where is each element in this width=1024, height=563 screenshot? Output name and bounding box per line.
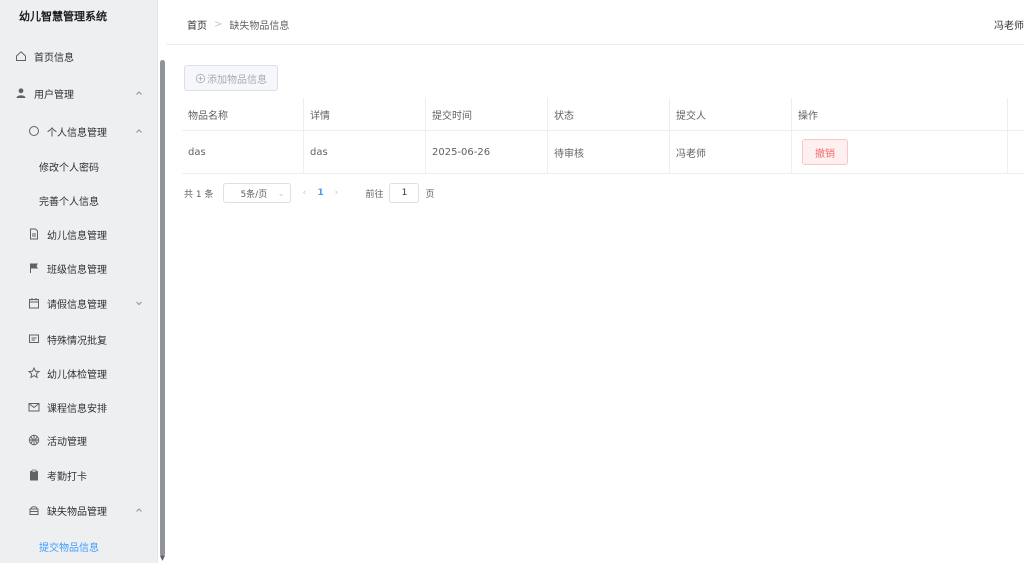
sidebar-scrollbar[interactable] bbox=[160, 60, 165, 556]
next-page-button[interactable]: › bbox=[323, 188, 349, 198]
sidebar-item-home[interactable]: 首页信息 bbox=[0, 41, 157, 71]
clipboard-icon bbox=[27, 468, 41, 482]
scroll-down-arrow-icon[interactable]: ▼ bbox=[159, 555, 166, 562]
sidebar-item-label: 考勤打卡 bbox=[47, 471, 87, 483]
cell-status: 待审核 bbox=[548, 131, 670, 173]
column-header-detail: 详情 bbox=[304, 98, 426, 130]
sidebar-item-class-info[interactable]: 班级信息管理 bbox=[0, 253, 157, 283]
breadcrumb-current: 缺失物品信息 bbox=[229, 21, 290, 32]
star-icon bbox=[27, 366, 41, 380]
table-row: das das 2025-06-26 待审核 冯老师 撤销 bbox=[182, 131, 1024, 174]
page-size-value: 5条/页 bbox=[240, 189, 268, 200]
user-icon bbox=[14, 86, 28, 100]
message-icon bbox=[27, 332, 41, 346]
sidebar-item-special-approval[interactable]: 特殊情况批复 bbox=[0, 324, 157, 354]
cell-action: 撤销 bbox=[792, 131, 1008, 173]
sidebar-item-label: 幼儿信息管理 bbox=[47, 230, 107, 242]
sidebar-item-label: 课程信息安排 bbox=[47, 403, 107, 415]
page-size-select[interactable]: 5条/页 ⌄ bbox=[223, 183, 292, 203]
sidebar-item-label: 缺失物品管理 bbox=[47, 506, 107, 518]
document-icon bbox=[27, 227, 41, 241]
user-menu[interactable]: 冯老师 bbox=[994, 17, 1024, 32]
goto-label: 前往 bbox=[365, 189, 384, 200]
sidebar-item-label: 首页信息 bbox=[34, 52, 74, 64]
app-title: 幼儿智慧管理系统 bbox=[19, 10, 107, 23]
sidebar-item-label: 修改个人密码 bbox=[39, 162, 99, 174]
pagination-total: 共 1 条 bbox=[184, 189, 214, 200]
app-root: 幼儿智慧管理系统 首页信息 用户管理 个人信息管理 修改个人密码 完善个人信息 … bbox=[0, 0, 1024, 563]
sidebar-item-submit-items[interactable]: 提交物品信息 bbox=[0, 531, 157, 561]
basketball-icon bbox=[27, 433, 41, 447]
cell-name: das bbox=[182, 131, 304, 173]
sidebar-item-health-check[interactable]: 幼儿体检管理 bbox=[0, 358, 157, 388]
sidebar-item-leave-info[interactable]: 请假信息管理 bbox=[0, 288, 157, 318]
sidebar-item-label: 班级信息管理 bbox=[47, 264, 107, 276]
column-header-status: 状态 bbox=[548, 98, 670, 130]
top-header: 首页 > 缺失物品信息 冯老师 bbox=[166, 0, 1024, 45]
chevron-down-icon bbox=[134, 298, 144, 308]
sidebar-item-child-info[interactable]: 幼儿信息管理 bbox=[0, 219, 157, 249]
sidebar-item-user-management[interactable]: 用户管理 bbox=[0, 78, 157, 108]
sidebar-item-label: 完善个人信息 bbox=[39, 196, 99, 208]
sidebar-item-label: 活动管理 bbox=[47, 436, 87, 448]
calendar-icon bbox=[27, 296, 41, 310]
goto-page-input[interactable]: 1 bbox=[389, 183, 420, 203]
column-header-submitter: 提交人 bbox=[670, 98, 792, 130]
cell-time: 2025-06-26 bbox=[426, 131, 548, 173]
chevron-up-icon bbox=[134, 88, 144, 98]
sidebar-item-label: 用户管理 bbox=[34, 89, 74, 101]
pagination: 共 1 条 5条/页 ⌄ ‹ 1 › 前往 1 页 bbox=[184, 183, 434, 203]
plus-circle-icon bbox=[195, 73, 206, 83]
sidebar-item-label: 特殊情况批复 bbox=[47, 335, 107, 347]
goto-page-suffix: 页 bbox=[425, 189, 435, 200]
sidebar-item-attendance[interactable]: 考勤打卡 bbox=[0, 460, 157, 490]
chevron-up-icon bbox=[134, 126, 144, 136]
sidebar-item-label: 提交物品信息 bbox=[39, 542, 99, 554]
breadcrumb-home[interactable]: 首页 bbox=[187, 17, 207, 32]
flag-icon bbox=[27, 261, 41, 275]
sidebar-item-missing-items[interactable]: 缺失物品管理 bbox=[0, 495, 157, 525]
mail-icon bbox=[27, 400, 41, 414]
sidebar-item-course-schedule[interactable]: 课程信息安排 bbox=[0, 392, 157, 422]
sidebar-item-activities[interactable]: 活动管理 bbox=[0, 425, 157, 455]
sidebar-item-label: 个人信息管理 bbox=[47, 127, 107, 139]
box-icon bbox=[27, 503, 41, 517]
revoke-button[interactable]: 撤销 bbox=[802, 139, 848, 165]
column-header-time: 提交时间 bbox=[426, 98, 548, 130]
sidebar: 幼儿智慧管理系统 首页信息 用户管理 个人信息管理 修改个人密码 完善个人信息 … bbox=[0, 0, 158, 563]
chevron-up-icon bbox=[134, 505, 144, 515]
add-item-label: 添加物品信息 bbox=[207, 74, 267, 86]
breadcrumb-separator: > bbox=[214, 19, 223, 30]
cell-detail: das bbox=[304, 131, 426, 173]
home-icon bbox=[14, 49, 28, 63]
sidebar-item-complete-info[interactable]: 完善个人信息 bbox=[0, 185, 157, 215]
user-name[interactable]: 冯老师 bbox=[994, 21, 1024, 32]
sidebar-item-change-password[interactable]: 修改个人密码 bbox=[0, 151, 157, 181]
table-header-row: 物品名称 详情 提交时间 状态 提交人 操作 bbox=[182, 98, 1024, 131]
prev-page-button[interactable]: ‹ bbox=[291, 188, 317, 198]
chevron-down-icon: ⌄ bbox=[277, 188, 285, 198]
items-table: 物品名称 详情 提交时间 状态 提交人 操作 das das 2025-06-2… bbox=[182, 98, 1024, 174]
sidebar-item-label: 幼儿体检管理 bbox=[47, 369, 107, 381]
sidebar-item-personal-info[interactable]: 个人信息管理 bbox=[0, 116, 157, 146]
chat-icon bbox=[27, 124, 41, 138]
cell-submitter: 冯老师 bbox=[670, 131, 792, 173]
column-header-action: 操作 bbox=[792, 98, 1008, 130]
column-header-name: 物品名称 bbox=[182, 98, 304, 130]
sidebar-item-label: 请假信息管理 bbox=[47, 299, 107, 311]
add-item-button[interactable]: 添加物品信息 bbox=[184, 65, 278, 91]
breadcrumb: 首页 > 缺失物品信息 bbox=[187, 17, 289, 32]
